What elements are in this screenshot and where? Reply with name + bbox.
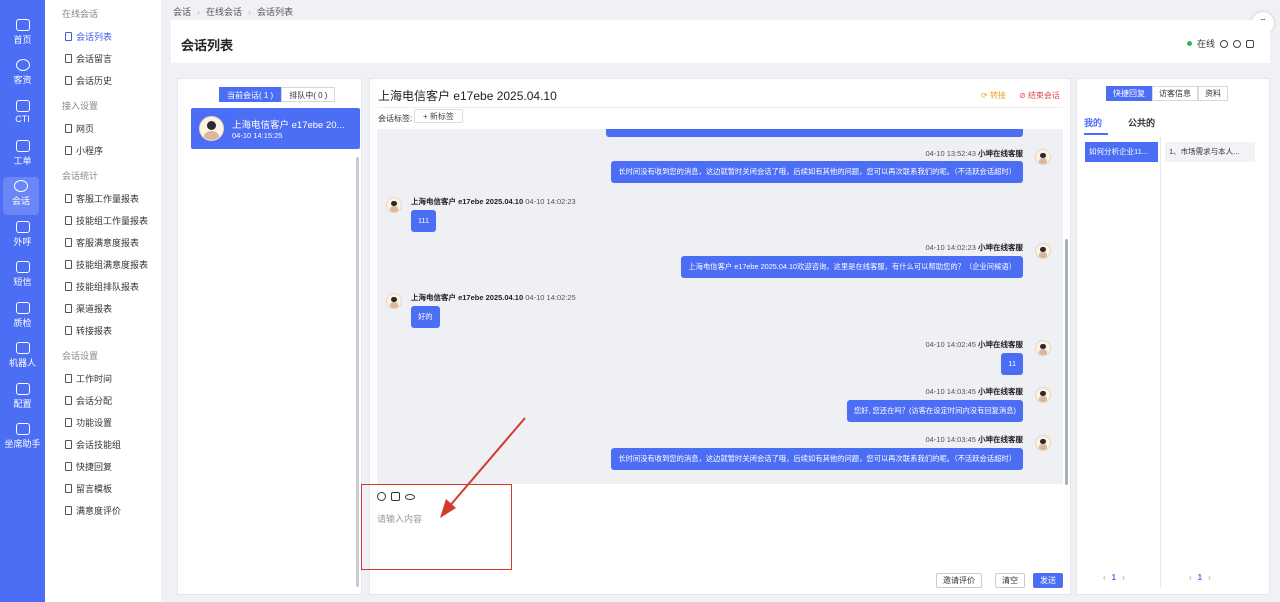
annotation-arrow: [440, 417, 526, 518]
